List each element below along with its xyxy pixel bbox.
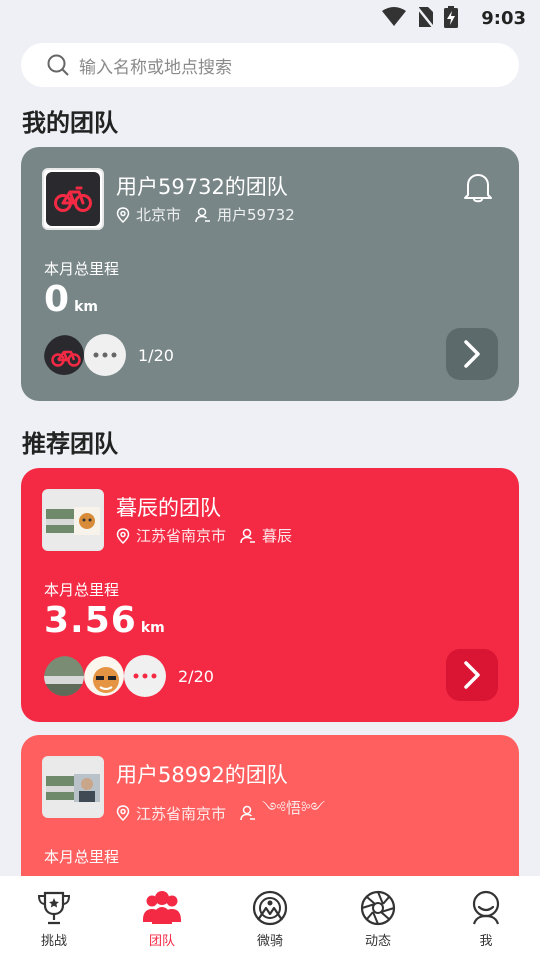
aperture-icon	[360, 890, 396, 926]
more-members-button[interactable]	[84, 334, 126, 376]
team-avatar	[42, 168, 104, 230]
bike-logo-icon	[46, 172, 100, 226]
tab-label: 我	[479, 934, 493, 949]
enter-team-button[interactable]	[446, 649, 498, 701]
tab-feed[interactable]: 动态	[324, 876, 432, 960]
member-avatars: 2/20	[42, 654, 214, 698]
team-photo	[44, 758, 102, 816]
member-avatar	[82, 654, 126, 698]
enter-team-button[interactable]	[446, 328, 498, 380]
search-input[interactable]: 输入名称或地点搜索	[79, 53, 232, 78]
team-name: 用户59732的团队	[116, 175, 288, 199]
distance-value: 3.56	[44, 600, 137, 641]
member-avatars: 1/20	[42, 333, 174, 377]
member-avatar	[42, 654, 86, 698]
team-avatar	[42, 489, 104, 551]
tab-team[interactable]: 团队	[108, 876, 216, 960]
tab-label: 动态	[364, 934, 391, 949]
month-distance-label: 本月总里程	[44, 581, 120, 599]
tab-label: 微骑	[256, 934, 283, 949]
member-avatar	[42, 333, 86, 377]
month-distance-label: 本月总里程	[44, 260, 120, 278]
distance-value: 0	[44, 279, 71, 320]
location-pin-icon	[116, 805, 130, 821]
team-location: 北京市	[136, 206, 182, 224]
member-count: 1/20	[138, 345, 174, 365]
battery-charging-icon	[444, 6, 458, 28]
month-distance-label: 本月总里程	[44, 848, 120, 866]
status-time: 9:03	[481, 8, 526, 29]
distance-unit: km	[140, 620, 165, 636]
team-location: 江苏省南京市	[136, 804, 227, 823]
team-photo	[44, 491, 102, 549]
team-meta: 江苏省南京市 ༺悟༻	[116, 792, 325, 834]
owner-icon	[195, 207, 211, 222]
profile-icon	[472, 890, 500, 925]
status-icons	[382, 6, 458, 28]
location-pin-icon	[116, 527, 130, 544]
tab-label: 团队	[148, 934, 175, 949]
no-sim-icon	[416, 6, 434, 28]
team-name: 用户58992的团队	[116, 763, 288, 787]
recommended-team-card[interactable]: 用户58992的团队 江苏省南京市 ༺悟༻ 本月总里程	[21, 735, 519, 895]
member-count: 2/20	[178, 666, 214, 686]
owner-icon	[240, 805, 256, 821]
month-distance: 0 km	[44, 279, 98, 320]
owner-icon	[240, 528, 256, 543]
team-meta: 江苏省南京市 暮辰	[116, 525, 292, 546]
tab-label: 挑战	[40, 934, 67, 949]
team-meta: 北京市 用户59732	[116, 204, 295, 225]
search-bar[interactable]: 输入名称或地点搜索	[21, 43, 519, 87]
section-title-recommended: 推荐团队	[22, 430, 118, 458]
tab-me[interactable]: 我	[432, 876, 540, 960]
team-location: 江苏省南京市	[136, 527, 227, 545]
chevron-right-icon	[464, 340, 480, 368]
my-team-card[interactable]: 用户59732的团队 北京市 用户59732 本月总里程 0 km 1/20	[21, 147, 519, 401]
more-members-button[interactable]	[124, 655, 166, 697]
trophy-icon	[37, 891, 71, 925]
location-pin-icon	[116, 206, 130, 223]
section-title-my-team: 我的团队	[22, 109, 118, 137]
tab-challenge[interactable]: 挑战	[0, 876, 108, 960]
team-name: 暮辰的团队	[116, 496, 221, 520]
tab-ride[interactable]: 微骑	[216, 876, 324, 960]
ride-icon	[252, 890, 288, 926]
team-owner: 暮辰	[262, 527, 293, 545]
recommended-team-card[interactable]: 暮辰的团队 江苏省南京市 暮辰 本月总里程 3.56 km 2/20	[21, 468, 519, 722]
team-owner: 用户59732	[217, 206, 295, 224]
chevron-right-icon	[464, 661, 480, 689]
search-icon	[47, 54, 69, 76]
distance-unit: km	[74, 299, 98, 315]
bottom-tab-bar: 挑战 团队 微骑 动态 我	[0, 876, 540, 960]
wifi-icon	[382, 7, 406, 26]
status-bar: 9:03	[0, 0, 540, 36]
bell-icon[interactable]	[463, 171, 493, 203]
ellipsis-icon	[133, 673, 157, 679]
team-owner: ༺悟༻	[262, 799, 326, 817]
ellipsis-icon	[93, 352, 117, 358]
team-icon	[143, 891, 181, 924]
month-distance: 3.56 km	[44, 600, 165, 641]
team-avatar	[42, 756, 104, 818]
